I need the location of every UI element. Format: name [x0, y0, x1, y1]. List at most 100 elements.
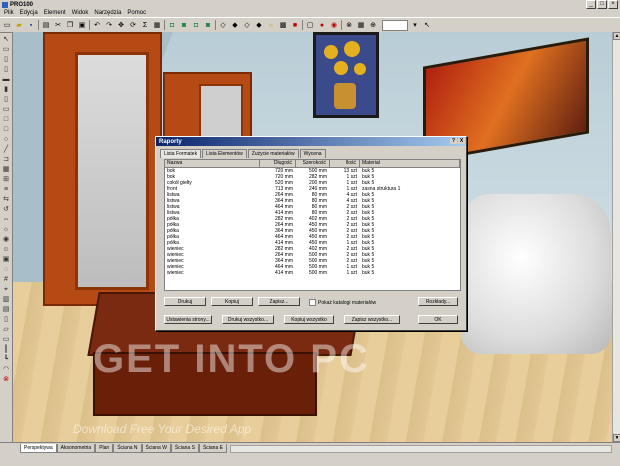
floor-icon[interactable]: ▱ [2, 326, 10, 333]
view2-icon[interactable]: ◘ [191, 20, 201, 30]
scroll-up-icon[interactable]: ▲ [613, 32, 620, 40]
cube3-icon[interactable]: ◆ [230, 20, 240, 30]
door-icon[interactable]: ▯ [2, 96, 10, 103]
delete-icon[interactable]: ⊗ [2, 376, 10, 383]
arc-icon[interactable]: ◠ [2, 366, 10, 373]
minimize-button[interactable]: _ [586, 0, 596, 9]
rotate-left-icon[interactable]: ↺ [2, 206, 10, 213]
menu-narzedzia[interactable]: Narzędzia [94, 10, 121, 16]
dialog-close-button[interactable]: X [458, 138, 465, 144]
kopiuj-button[interactable]: Kopiuj [211, 297, 253, 306]
tab-wycena[interactable]: Wycena [299, 149, 326, 158]
measure-icon[interactable]: ⇔ [2, 216, 10, 223]
select-icon[interactable]: ↖ [2, 36, 10, 43]
box-icon[interactable]: □ [2, 116, 10, 123]
menu-plik[interactable]: Plik [4, 10, 14, 16]
tab-lista-formatek[interactable]: Lista Formatek [160, 149, 202, 158]
camera-icon[interactable]: ◉ [2, 236, 10, 243]
cube5-icon[interactable]: ◆ [254, 20, 264, 30]
scroll-down-icon[interactable]: ▼ [613, 434, 620, 442]
settings-icon[interactable]: ⊗ [344, 20, 354, 30]
box2-icon[interactable]: □ [2, 126, 10, 133]
door-tool-icon[interactable]: ▯ [2, 316, 10, 323]
menu-element[interactable]: Element [44, 10, 66, 16]
window-icon[interactable]: ▤ [2, 306, 10, 313]
panel-icon[interactable]: ▯ [2, 56, 10, 63]
corner-icon[interactable]: ┗ [2, 356, 10, 363]
col-ilosc[interactable]: Ilość [330, 160, 360, 167]
new-icon[interactable]: ▭ [2, 20, 12, 30]
handle-icon[interactable]: ⊐ [2, 156, 10, 163]
tab-sciana-w[interactable]: Ściana W [141, 444, 171, 453]
3d-viewport[interactable]: GET INTO PC Download Free Your Desired A… [13, 32, 612, 442]
view-icon[interactable]: ◙ [179, 20, 189, 30]
panel2-icon[interactable]: ▯ [2, 66, 10, 73]
ustawienia-strony-button[interactable]: Ustawienia strony... [164, 315, 212, 324]
menu-pomoc[interactable]: Pomoc [127, 10, 146, 16]
print-icon[interactable]: ▤ [41, 20, 51, 30]
wall-icon[interactable]: ▥ [2, 296, 10, 303]
mirror-icon[interactable]: ⇆ [2, 196, 10, 203]
snap-icon[interactable]: ⌖ [2, 286, 10, 293]
frame-icon[interactable]: ▢ [305, 20, 315, 30]
open-icon[interactable]: ▰ [14, 20, 24, 30]
drukuj-wszystko-button[interactable]: Drukuj wszystko... [222, 315, 274, 324]
drawer-icon[interactable]: ▭ [2, 106, 10, 113]
info-icon[interactable]: ▦ [152, 20, 162, 30]
element-icon[interactable]: ▭ [2, 46, 10, 53]
sum-icon[interactable]: Σ [140, 20, 150, 30]
kopiuj-wszystko-button[interactable]: Kopiuj wszystko [284, 315, 334, 324]
col-szerokosc[interactable]: Szerokość [296, 160, 330, 167]
copy-icon[interactable]: ❐ [65, 20, 75, 30]
pipe-icon[interactable]: ┃ [2, 346, 10, 353]
cube2-icon[interactable]: ◇ [218, 20, 228, 30]
move-icon[interactable]: ✥ [116, 20, 126, 30]
line-icon[interactable]: ╱ [2, 146, 10, 153]
vertical-scrollbar[interactable]: ▲ ▼ [612, 32, 620, 442]
light-tool-icon[interactable]: ☼ [2, 226, 10, 233]
col-nazwa[interactable]: Nazwa [165, 160, 260, 167]
zoom-icon[interactable]: ⊕ [368, 20, 378, 30]
show-catalog-option[interactable]: Pokaż katalogi materiałów [309, 299, 376, 306]
light-icon[interactable]: ☼ [266, 20, 276, 30]
menu-edycja[interactable]: Edycja [20, 10, 38, 16]
undo-icon[interactable]: ↶ [92, 20, 102, 30]
shelf-icon[interactable]: ▬ [2, 76, 10, 83]
show-catalog-checkbox[interactable] [309, 299, 316, 306]
pointer-icon[interactable]: ↖ [422, 20, 432, 30]
horizontal-scrollbar[interactable] [230, 445, 612, 453]
save-icon[interactable]: ▪ [26, 20, 36, 30]
redo-icon[interactable]: ↷ [104, 20, 114, 30]
lock-icon[interactable]: ▣ [2, 256, 10, 263]
tab-perspektywa[interactable]: Perspektywa [20, 444, 57, 453]
render-icon[interactable]: ▩ [278, 20, 288, 30]
table-row[interactable]: wieniec 414 mm 500 mm 1 szt buk 5 [165, 270, 460, 276]
zapisz-button[interactable]: Zapisz... [258, 297, 300, 306]
hide-icon[interactable]: ◌ [2, 266, 10, 273]
zoom-dropdown-icon[interactable]: ▾ [410, 20, 420, 30]
ok-button[interactable]: OK [418, 315, 458, 324]
cylinder-icon[interactable]: ○ [2, 136, 10, 143]
rozklady-button[interactable]: Rozkłady... [418, 297, 458, 306]
stop-icon[interactable]: ■ [290, 20, 300, 30]
align-icon[interactable]: ≡ [2, 186, 10, 193]
rotate-icon[interactable]: ⟳ [128, 20, 138, 30]
tab-aksonometria[interactable]: Aksonometria [56, 444, 96, 453]
zapisz-wszystko-button[interactable]: Zapisz wszystko... [344, 315, 400, 324]
cube4-icon[interactable]: ◇ [242, 20, 252, 30]
view3-icon[interactable]: ◙ [203, 20, 213, 30]
report-table[interactable]: Nazwa Długość Szerokość Ilość Materiał b… [164, 159, 461, 291]
tab-sciana-e[interactable]: Ściana E [198, 444, 227, 453]
grid-tool-icon[interactable]: # [2, 276, 10, 283]
group-icon[interactable]: ⊞ [2, 176, 10, 183]
tab-zuzycie-materialow[interactable]: Zużycie materiałów [247, 149, 299, 158]
zoom-field[interactable] [382, 19, 408, 31]
cut-icon[interactable]: ✂ [53, 20, 63, 30]
close-button[interactable]: × [608, 0, 618, 9]
tab-sciana-s[interactable]: Ściana S [170, 444, 199, 453]
cube-icon[interactable]: ◘ [167, 20, 177, 30]
col-material[interactable]: Materiał [360, 160, 460, 167]
grid-icon[interactable]: ▦ [356, 20, 366, 30]
help-button[interactable]: ? [450, 138, 457, 144]
menu-widok[interactable]: Widok [72, 10, 89, 16]
